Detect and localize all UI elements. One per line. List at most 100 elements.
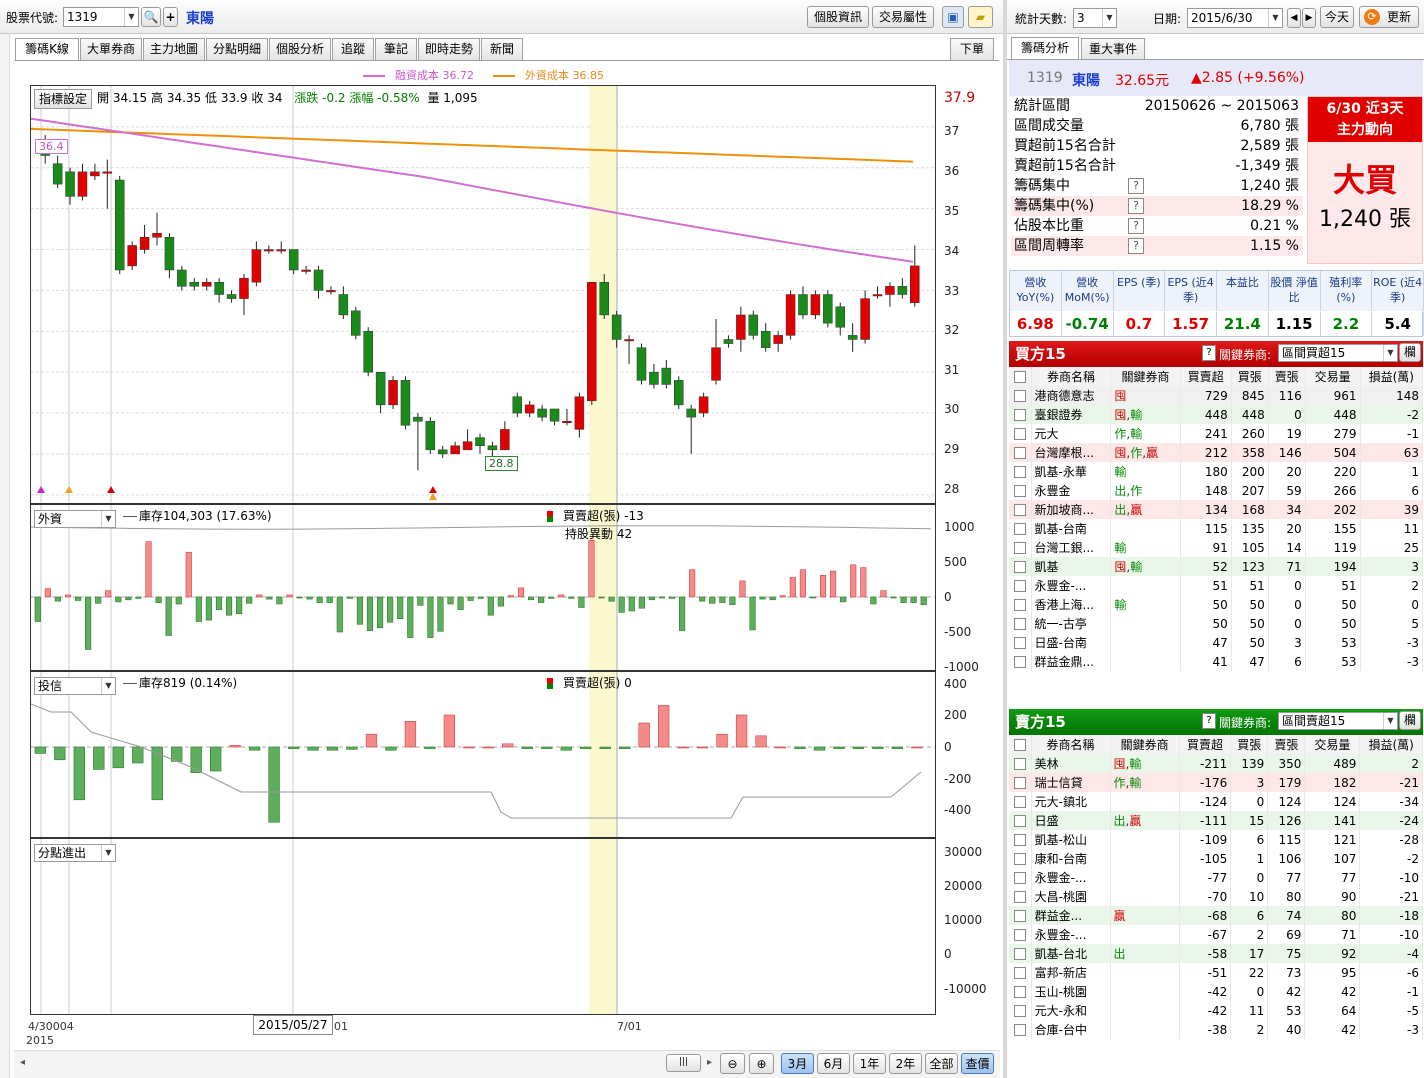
row-checkbox[interactable] — [1009, 538, 1032, 557]
help-icon[interactable]: ? — [1128, 218, 1144, 234]
table-row[interactable]: 群益金... 贏 -68 6 74 80 -18 — [1009, 906, 1423, 925]
table-row[interactable]: 合庫-台中 -38 2 40 42 -3 — [1009, 1020, 1423, 1039]
column-header[interactable]: 券商名稱 — [1031, 735, 1111, 754]
tab-4[interactable]: 個股分析 — [269, 38, 331, 60]
row-checkbox[interactable] — [1009, 652, 1032, 671]
help-icon[interactable]: ? — [1128, 198, 1144, 214]
row-checkbox[interactable] — [1009, 1020, 1032, 1039]
table-row[interactable]: 港商德意志囤 729 845 116 961 148 — [1009, 386, 1424, 405]
add-button[interactable]: + — [163, 7, 178, 27]
table-row[interactable]: 康和-台南 -105 1 106 107 -2 — [1009, 849, 1423, 868]
table-row[interactable]: 凱基 囤,輸 52 123 71 194 3 — [1009, 557, 1424, 576]
help-icon[interactable]: ? — [1128, 178, 1144, 194]
row-checkbox[interactable] — [1009, 557, 1032, 576]
table-row[interactable]: 元大-鎮北 -124 0 124 124 -34 — [1009, 792, 1423, 811]
days-select[interactable]: 3 ▼ — [1073, 8, 1117, 28]
row-checkbox[interactable] — [1009, 849, 1032, 868]
row-checkbox[interactable] — [1009, 868, 1032, 887]
row-checkbox[interactable] — [1009, 925, 1032, 944]
search-button[interactable]: 🔍 — [141, 7, 161, 27]
scrollbar-thumb[interactable]: ||| — [666, 1054, 701, 1072]
table-row[interactable]: 凱基-松山 -109 6 115 121 -28 — [1009, 830, 1423, 849]
scroll-left-icon[interactable]: ◂ — [20, 1057, 25, 1068]
refresh-button[interactable]: ⟳ 更新 — [1359, 6, 1419, 28]
column-header[interactable]: 買賣超 — [1180, 367, 1232, 386]
table-row[interactable]: 美林 囤,輸 -211 139 350 489 2 — [1009, 754, 1423, 773]
range-3m-button[interactable]: 3月 — [781, 1053, 814, 1074]
row-checkbox[interactable] — [1009, 424, 1032, 443]
table-row[interactable]: 瑞士信貸 作,輸 -176 3 179 182 -21 — [1009, 773, 1423, 792]
buy-range-select[interactable]: 區間買超15 ▼ — [1278, 344, 1398, 362]
sell-column-button[interactable]: 欄 — [1399, 711, 1421, 730]
row-checkbox[interactable] — [1009, 443, 1032, 462]
row-checkbox[interactable] — [1009, 462, 1032, 481]
branch-select[interactable]: 分點進出 ▼ — [34, 844, 116, 862]
next-date-button[interactable]: ▶ — [1302, 8, 1316, 28]
buy-column-button[interactable]: 欄 — [1399, 343, 1421, 362]
tab-7[interactable]: 即時走勢 — [418, 38, 480, 60]
table-row[interactable]: 永豐金-... -67 2 69 71 -10 — [1009, 925, 1423, 944]
sell-range-select[interactable]: 區間賣超15 ▼ — [1278, 712, 1398, 730]
tab-major-events[interactable]: 重大事件 — [1081, 38, 1145, 60]
table-row[interactable]: 大昌-桃園 -70 10 80 90 -21 — [1009, 887, 1423, 906]
order-button[interactable]: 下單 — [950, 38, 994, 60]
range-all-button[interactable]: 全部 — [925, 1053, 958, 1074]
table-row[interactable]: 凱基-台南 115 135 20 155 11 — [1009, 519, 1424, 538]
row-checkbox[interactable] — [1009, 481, 1032, 500]
tab-0[interactable]: 籌碼K線 — [15, 38, 79, 61]
row-checkbox[interactable] — [1009, 982, 1032, 1001]
help-icon[interactable]: ? — [1128, 238, 1144, 254]
row-checkbox[interactable] — [1009, 614, 1032, 633]
table-row[interactable]: 香港上海... 輸 50 50 0 50 0 — [1009, 595, 1424, 614]
range-2y-button[interactable]: 2年 — [889, 1053, 922, 1074]
chevron-down-icon[interactable]: ▼ — [1268, 9, 1282, 27]
column-header[interactable]: 買張 — [1231, 367, 1269, 386]
table-row[interactable]: 永豐金 出,作 148 207 59 266 6 — [1009, 481, 1424, 500]
table-row[interactable]: 元大-永和 -42 11 53 64 -5 — [1009, 1001, 1423, 1020]
open-folder-button[interactable]: ▰ — [968, 6, 993, 28]
zoom-out-button[interactable]: ⊖ — [720, 1053, 745, 1074]
row-checkbox[interactable] — [1009, 386, 1032, 405]
row-checkbox[interactable] — [1009, 944, 1032, 963]
table-row[interactable]: 凱基-台北出 -58 17 75 92 -4 — [1009, 944, 1423, 963]
table-row[interactable]: 臺銀證券 囤,輸 448 448 0 448 -2 — [1009, 405, 1424, 424]
tab-chip-analysis[interactable]: 籌碼分析 — [1011, 37, 1079, 60]
column-header[interactable]: 賣張 — [1268, 367, 1306, 386]
stock-info-button[interactable]: 個股資訊 — [807, 6, 869, 28]
column-header[interactable]: 買賣超 — [1179, 735, 1232, 754]
row-checkbox[interactable] — [1009, 963, 1032, 982]
zoom-in-button[interactable]: ⊕ — [749, 1053, 774, 1074]
today-button[interactable]: 今天 — [1320, 6, 1354, 28]
table-row[interactable]: 永豐金-... -77 0 77 77 -10 — [1009, 868, 1423, 887]
chevron-down-icon[interactable]: ▼ — [1383, 345, 1397, 361]
row-checkbox[interactable] — [1009, 633, 1032, 652]
column-header[interactable]: 賣張 — [1267, 735, 1306, 754]
row-checkbox[interactable] — [1009, 576, 1032, 595]
column-header[interactable]: 交易量 — [1304, 735, 1361, 754]
help-icon[interactable]: ? — [1202, 345, 1216, 361]
date-picker[interactable]: 2015/6/30 ▼ — [1187, 8, 1283, 28]
row-checkbox[interactable] — [1009, 405, 1032, 424]
column-header[interactable]: 關鍵券商 — [1110, 735, 1180, 754]
tab-8[interactable]: 新聞 — [481, 38, 523, 60]
select-all-checkbox[interactable] — [1009, 367, 1032, 386]
range-6m-button[interactable]: 6月 — [817, 1053, 850, 1074]
column-header[interactable]: 關鍵券商 — [1110, 367, 1181, 386]
save-button[interactable]: ▣ — [942, 6, 964, 28]
table-row[interactable]: 新加坡商... 出,贏 134 168 34 202 39 — [1009, 500, 1424, 519]
prev-date-button[interactable]: ◀ — [1287, 8, 1301, 28]
stock-code-input[interactable]: 1319 ▼ — [63, 7, 139, 27]
column-header[interactable]: 買張 — [1230, 735, 1269, 754]
table-row[interactable]: 群益金鼎... 41 47 6 53 -3 — [1009, 652, 1424, 671]
table-row[interactable]: 台灣摩根... 囤,作,贏 212 358 146 504 63 — [1009, 443, 1424, 462]
tab-3[interactable]: 分點明細 — [206, 38, 268, 60]
row-checkbox[interactable] — [1009, 792, 1032, 811]
row-checkbox[interactable] — [1009, 906, 1032, 925]
column-header[interactable]: 損益(萬) — [1359, 735, 1423, 754]
tab-6[interactable]: 筆記 — [375, 38, 417, 60]
table-row[interactable]: 凱基-永華輸 180 200 20 220 1 — [1009, 462, 1424, 481]
row-checkbox[interactable] — [1009, 830, 1032, 849]
table-row[interactable]: 元大 作,輸 241 260 19 279 -1 — [1009, 424, 1424, 443]
table-row[interactable]: 永豐金-... 51 51 0 51 2 — [1009, 576, 1424, 595]
chevron-down-icon[interactable]: ▼ — [101, 511, 115, 527]
